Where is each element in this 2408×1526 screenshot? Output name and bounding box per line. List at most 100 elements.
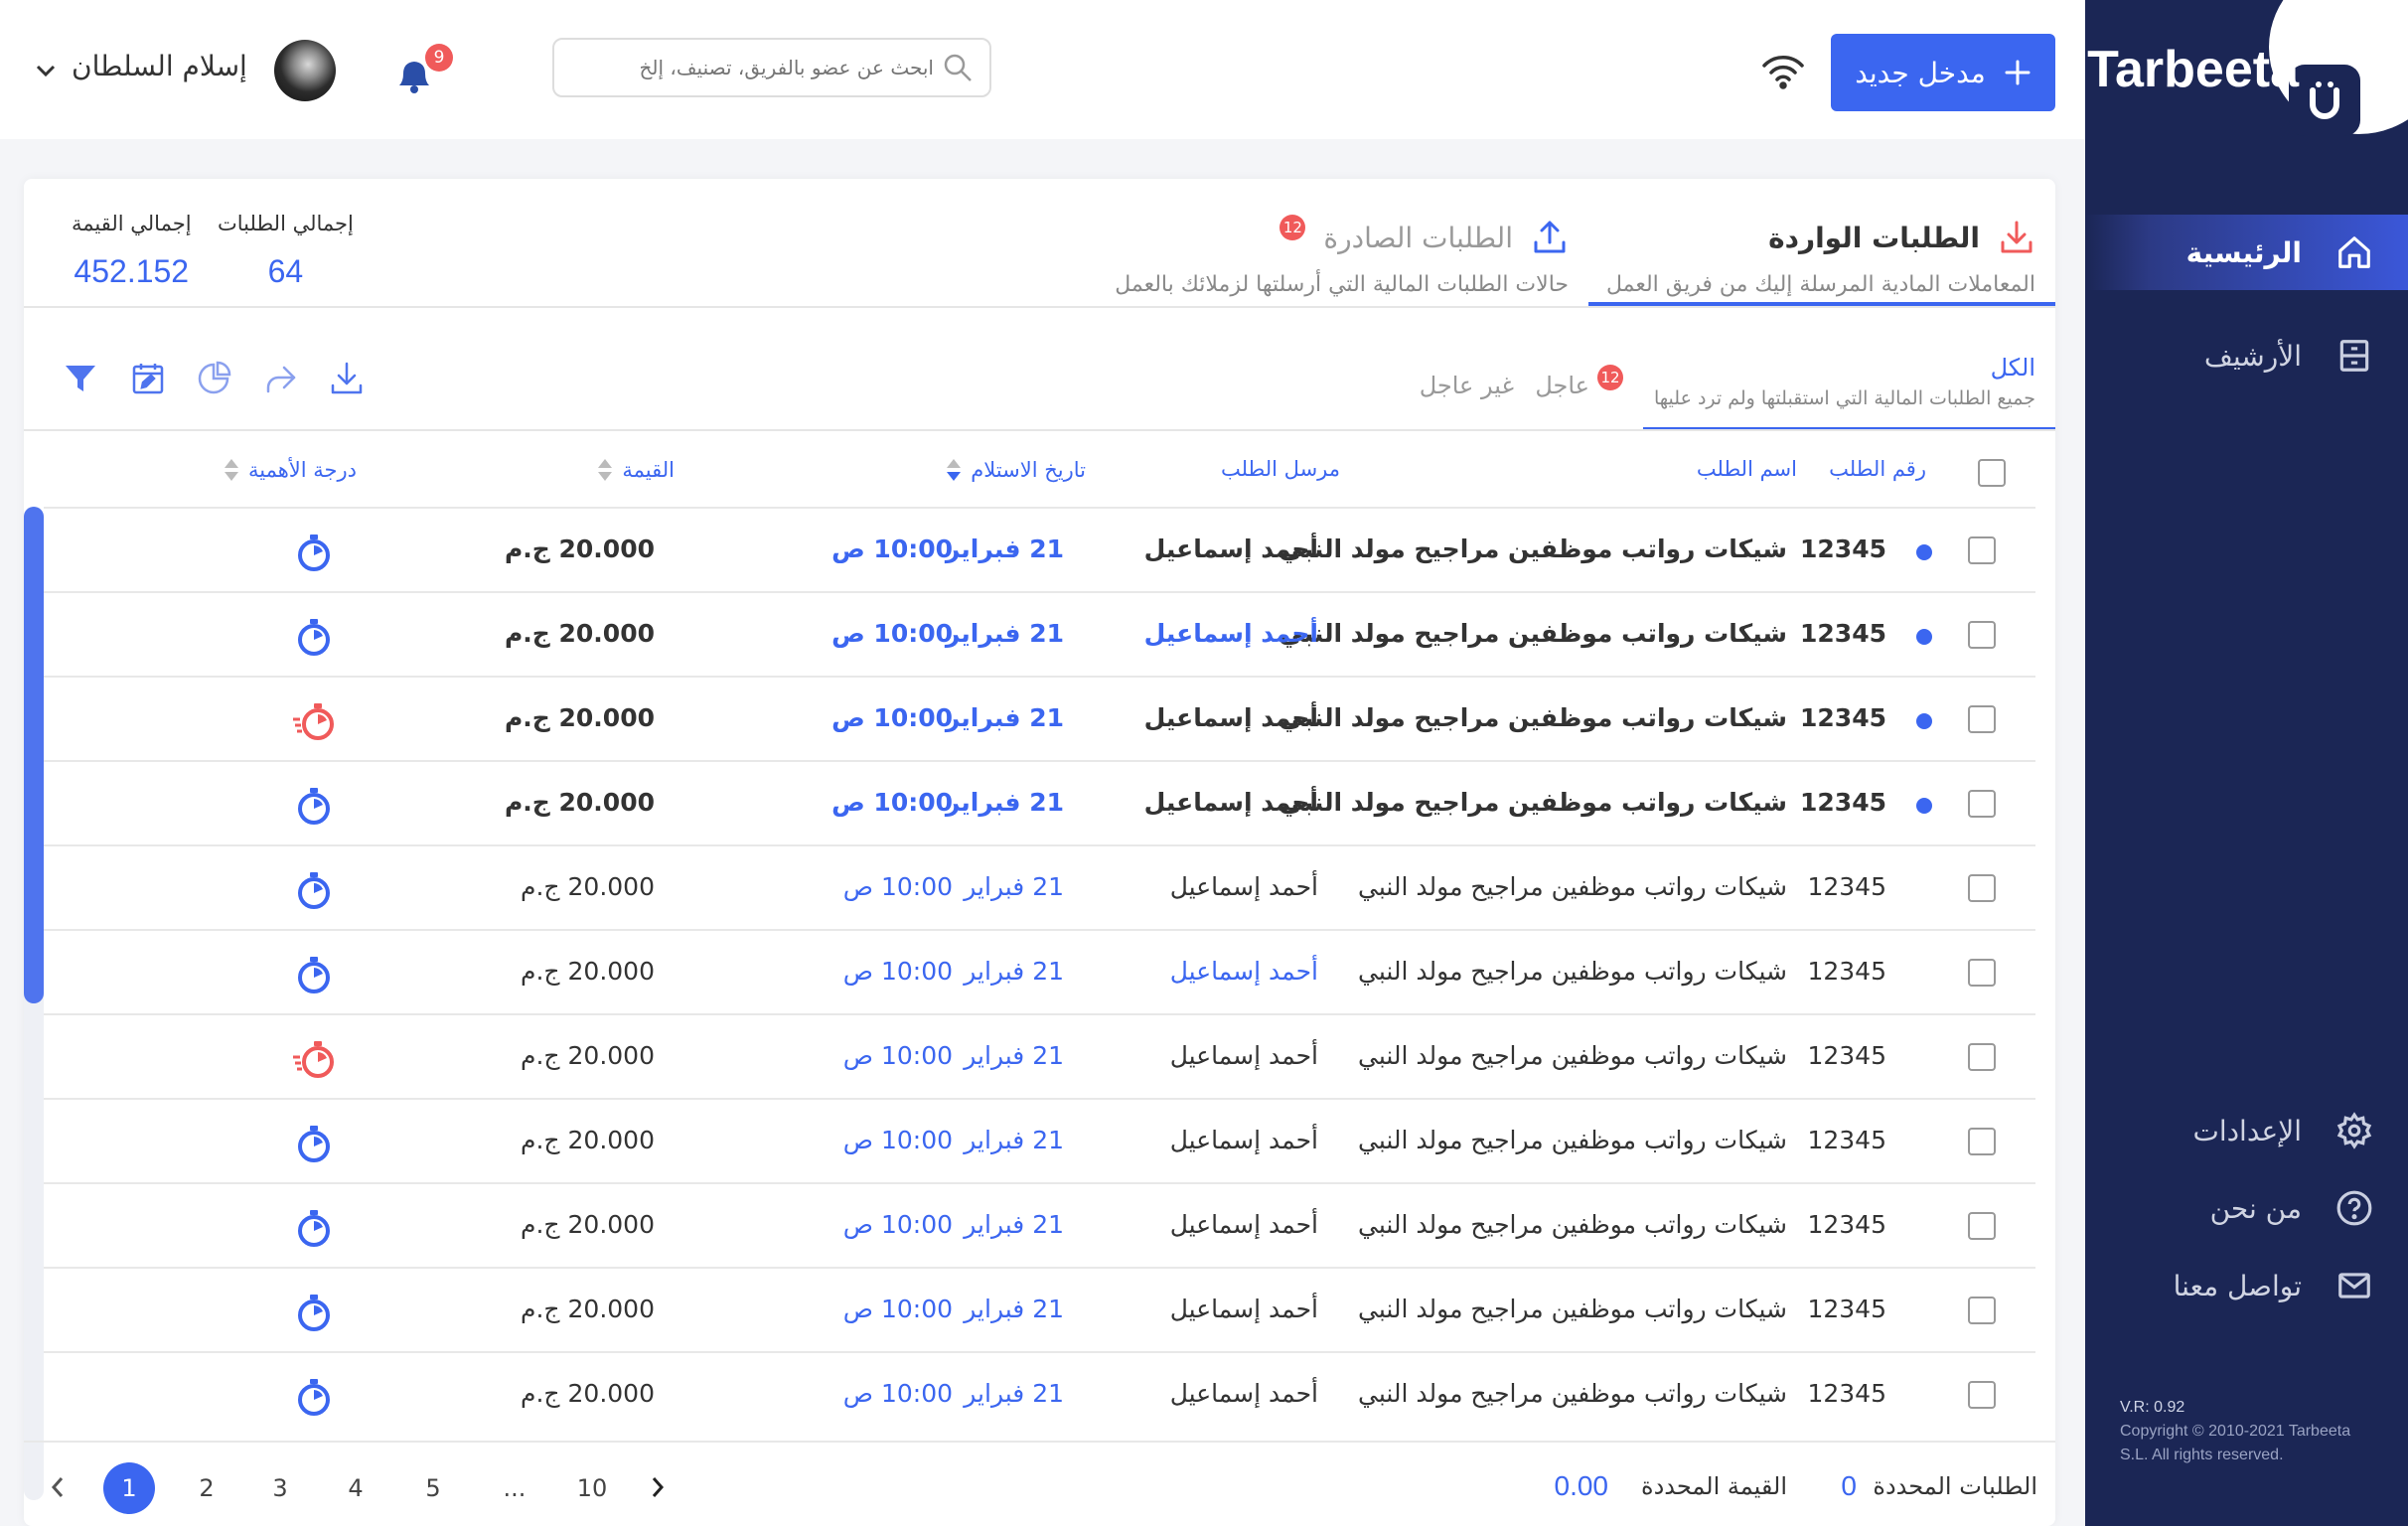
page-10[interactable]: 10 — [566, 1462, 618, 1514]
request-number: 12345 — [1807, 1210, 1886, 1239]
tab-incoming[interactable]: الطلبات الواردة المعاملات المادية المرسل… — [1606, 219, 2035, 297]
column-header-value[interactable]: القيمة — [598, 457, 675, 483]
top-header: مدخل جديد 9 إسلام السلطان — [0, 0, 2085, 139]
sidebar-item-archive[interactable]: الأرشيف — [2085, 318, 2408, 393]
timer-icon — [298, 1379, 330, 1416]
request-number: 12345 — [1807, 1041, 1886, 1070]
request-number: 12345 — [1800, 703, 1886, 732]
request-name: شيكات رواتب موظفين مراجيح مولد النبي — [1279, 703, 1787, 732]
row-checkbox[interactable] — [1968, 705, 1996, 733]
subtab-urgent-title: عاجل — [1535, 372, 1589, 399]
forward-icon[interactable] — [262, 360, 300, 397]
scrollbar-thumb[interactable] — [24, 507, 44, 1003]
page-1[interactable]: 1 — [103, 1462, 155, 1514]
column-header-label: رقم الطلب — [1829, 457, 1926, 481]
urgent-timer-icon — [293, 703, 334, 740]
table-row[interactable]: 12345 شيكات رواتب موظفين مراجيح مولد النب… — [44, 929, 2035, 1013]
request-number: 12345 — [1807, 1295, 1886, 1323]
table-row[interactable]: 12345 شيكات رواتب موظفين مراجيح مولد النب… — [44, 1098, 2035, 1182]
page-3[interactable]: 3 — [254, 1462, 306, 1514]
timer-icon — [298, 957, 330, 993]
request-value: 20.000 ج.م — [504, 788, 655, 817]
app-logo-icon[interactable] — [2289, 65, 2360, 136]
sidebar-item-label: الرئيسية — [2185, 235, 2302, 269]
row-checkbox[interactable] — [1968, 1043, 1996, 1071]
request-value: 20.000 ج.م — [521, 1126, 655, 1154]
download-list-icon[interactable] — [328, 360, 366, 397]
chevron-right-icon[interactable] — [648, 1474, 668, 1500]
table-row[interactable]: 12345 شيكات رواتب موظفين مراجيح مولد النب… — [44, 1351, 2035, 1436]
column-header-name[interactable]: اسم الطلب — [1697, 457, 1797, 481]
sidebar-item-settings[interactable]: الإعدادات — [2085, 1093, 2408, 1168]
request-number: 12345 — [1800, 619, 1886, 648]
avatar[interactable] — [274, 40, 336, 101]
request-time: 10:00 ص — [842, 1379, 953, 1408]
chevron-left-icon[interactable] — [48, 1474, 68, 1500]
request-date: 21 فبراير — [964, 1126, 1064, 1154]
request-sender: أحمد إسماعيل — [1169, 1295, 1318, 1323]
table-row[interactable]: 12345 شيكات رواتب موظفين مراجيح مولد النب… — [44, 1013, 2035, 1098]
row-checkbox[interactable] — [1968, 959, 1996, 987]
subtab-all[interactable]: الكل جميع الطلبات المالية التي استقبلتها… — [1654, 354, 2035, 409]
request-value: 20.000 ج.م — [521, 872, 655, 901]
row-checkbox[interactable] — [1968, 1128, 1996, 1155]
sidebar-item-home[interactable]: الرئيسية — [2085, 215, 2408, 290]
row-checkbox[interactable] — [1968, 1381, 1996, 1409]
sort-icon — [598, 457, 613, 483]
chevron-down-icon[interactable] — [34, 62, 58, 79]
table-row[interactable]: 12345 شيكات رواتب موظفين مراجيح مولد النب… — [44, 591, 2035, 676]
row-checkbox[interactable] — [1968, 536, 1996, 564]
table-row[interactable]: 12345 شيكات رواتب موظفين مراجيح مولد النب… — [44, 676, 2035, 760]
table-row[interactable]: 12345 شيكات رواتب موظفين مراجيح مولد النب… — [44, 507, 2035, 591]
calendar-edit-icon[interactable] — [129, 360, 167, 397]
subtab-urgent[interactable]: 12 عاجل — [1535, 365, 1623, 399]
subtab-non-urgent[interactable]: غير عاجل — [1420, 372, 1514, 399]
table-row[interactable]: 12345 شيكات رواتب موظفين مراجيح مولد النب… — [44, 760, 2035, 844]
search-input[interactable] — [596, 56, 934, 79]
column-header-sender[interactable]: مرسل الطلب — [1221, 457, 1340, 481]
selected-value-label: القيمة المحددة — [1641, 1472, 1787, 1500]
request-name: شيكات رواتب موظفين مراجيح مولد النبي — [1357, 1041, 1787, 1070]
row-checkbox[interactable] — [1968, 1297, 1996, 1324]
request-sender[interactable]: أحمد إسماعيل — [1144, 619, 1318, 648]
new-entry-button[interactable]: مدخل جديد — [1831, 34, 2055, 111]
row-checkbox[interactable] — [1968, 621, 1996, 649]
column-header-label: مرسل الطلب — [1220, 457, 1340, 481]
table-row[interactable]: 12345 شيكات رواتب موظفين مراجيح مولد النب… — [44, 1267, 2035, 1351]
sidebar-item-about[interactable]: من نحن — [2085, 1170, 2408, 1246]
request-sender[interactable]: أحمد إسماعيل — [1170, 957, 1318, 986]
table-row[interactable]: 12345 شيكات رواتب موظفين مراجيح مولد النب… — [44, 844, 2035, 929]
tab-outgoing[interactable]: الطلبات الصادرة 12 حالات الطلبات المالية… — [1115, 215, 1569, 297]
column-header-date[interactable]: تاريخ الاستلام — [947, 457, 1086, 483]
request-name: شيكات رواتب موظفين مراجيح مولد النبي — [1357, 957, 1787, 986]
pie-chart-icon[interactable] — [195, 360, 232, 397]
page-2[interactable]: 2 — [181, 1462, 232, 1514]
selected-requests-value: 0 — [1841, 1470, 1857, 1501]
row-checkbox[interactable] — [1968, 874, 1996, 902]
sidebar-item-label: الأرشيف — [2203, 339, 2302, 373]
timer-icon — [298, 872, 330, 909]
version-number: V.R: 0.92 — [2120, 1399, 2185, 1416]
column-header-number[interactable]: رقم الطلب — [1829, 457, 1926, 481]
page-5[interactable]: 5 — [407, 1462, 459, 1514]
page-4[interactable]: 4 — [330, 1462, 381, 1514]
unread-indicator — [1916, 798, 1932, 814]
table-row[interactable]: 12345 شيكات رواتب موظفين مراجيح مولد النب… — [44, 1182, 2035, 1267]
column-header-label: اسم الطلب — [1696, 457, 1797, 481]
sidebar-item-contact[interactable]: تواصل معنا — [2085, 1248, 2408, 1323]
request-sender: أحمد إسماعيل — [1169, 1379, 1318, 1408]
request-time: 10:00 ص — [831, 788, 953, 817]
request-value: 20.000 ج.م — [504, 619, 655, 648]
request-time: 10:00 ص — [842, 872, 953, 901]
select-all-checkbox[interactable] — [1978, 459, 2006, 487]
row-checkbox[interactable] — [1968, 1212, 1996, 1240]
user-name[interactable]: إسلام السلطان — [72, 50, 247, 82]
search-box[interactable] — [552, 38, 991, 97]
subtab-urgent-badge: 12 — [1597, 365, 1623, 390]
page-ellipsis: ... — [503, 1474, 527, 1502]
wifi-icon — [1762, 56, 1804, 89]
total-requests-label: إجمالي الطلبات — [218, 212, 354, 235]
row-checkbox[interactable] — [1968, 790, 1996, 818]
column-header-priority[interactable]: درجة الأهمية — [224, 457, 357, 483]
filter-icon[interactable] — [62, 360, 99, 397]
